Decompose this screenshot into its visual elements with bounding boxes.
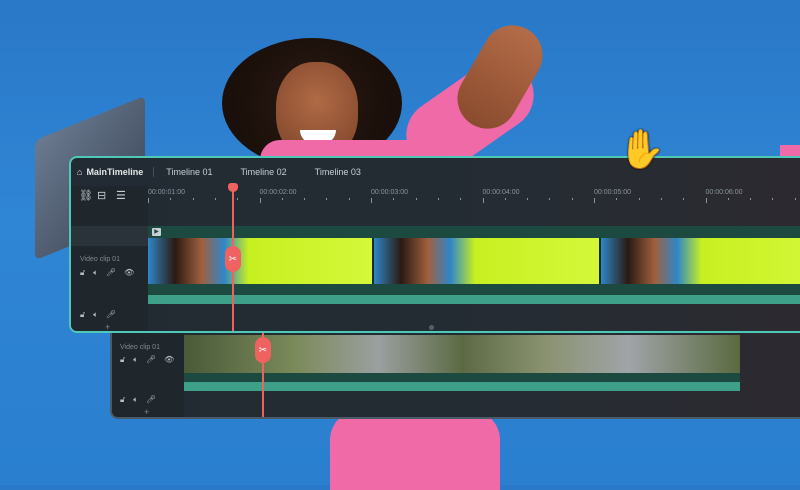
tab-timeline-03[interactable]: Timeline 03 <box>315 167 361 177</box>
speaker-icon[interactable]: 🔈︎ <box>133 395 138 405</box>
audio-track-controls: 🔓︎ 🔈︎ 🎤︎ <box>80 310 116 320</box>
lock-icon[interactable]: 🔓︎ <box>80 268 85 278</box>
hand-cursor-icon: ✋ <box>618 129 666 171</box>
audio-waveform <box>184 373 740 391</box>
tab-timeline-02[interactable]: Timeline 02 <box>240 167 286 177</box>
mic-icon[interactable]: 🎤︎ <box>106 310 116 320</box>
clip-thumbnail <box>374 238 601 284</box>
speaker-icon[interactable]: 🔈︎ <box>93 268 98 278</box>
video-clip[interactable] <box>148 238 800 284</box>
add-track-button[interactable]: + <box>105 322 110 331</box>
ruler-tick <box>281 198 283 200</box>
clip-thumbnail <box>600 238 800 284</box>
ruler-tick <box>683 198 685 200</box>
ruler-tick <box>460 198 462 200</box>
ruler-tick <box>214 198 216 200</box>
link-clip-icon[interactable]: ⊟ <box>97 189 106 202</box>
lock-icon[interactable]: 🔓︎ <box>80 310 85 320</box>
ruler-tick <box>259 198 261 203</box>
mic-icon[interactable]: 🎤︎ <box>106 268 116 278</box>
scroll-handle[interactable] <box>429 325 434 330</box>
scissors-icon[interactable]: ✂ <box>255 337 271 363</box>
ruler-tick <box>482 198 484 203</box>
timecode-label: 00:00:04:00 <box>482 189 520 196</box>
track-label: Video clip 01 <box>120 344 160 351</box>
track-controls: 🔓︎ 🔈︎ 🎤︎ 👁︎ <box>120 355 174 365</box>
secondary-timeline-panel: Video clip 01 🔓︎ 🔈︎ 🎤︎ 👁︎ 🔓︎ 🔈︎ 🎤︎ + ✂ <box>110 333 800 419</box>
ruler-tick <box>170 198 172 200</box>
ruler-tick <box>371 198 372 203</box>
mic-icon[interactable]: 🎤︎ <box>146 395 156 405</box>
tab-main-timeline[interactable]: ⌂ MainTimeline <box>71 167 155 177</box>
ruler-tick <box>437 198 439 200</box>
timecode-label: 00:00:02:00 <box>259 189 297 196</box>
ruler-tick <box>594 198 595 203</box>
lock-icon[interactable]: 🔓︎ <box>120 395 125 405</box>
ruler-tick <box>616 198 618 200</box>
ruler-tick <box>750 198 752 200</box>
ruler-tick <box>504 198 506 200</box>
video-track-header: ▶ <box>148 226 800 238</box>
ruler-tick <box>393 198 395 200</box>
ruler-tick <box>415 198 417 200</box>
video-icon: ▶ <box>152 228 161 236</box>
ruler-tick <box>794 198 796 200</box>
main-timeline-panel: ⌂ MainTimeline Timeline 01 Timeline 02 Ti… <box>69 156 800 333</box>
mic-icon[interactable]: 🎤︎ <box>146 355 156 365</box>
time-ruler[interactable]: 00:00:01:00 00:00:02:00 00:00:03:00 00:00:0… <box>148 186 800 226</box>
ruler-tick <box>348 198 350 200</box>
track-label: Video clip 01 <box>80 256 120 263</box>
eye-icon[interactable]: 👁︎ <box>124 268 134 278</box>
ruler-tick <box>638 198 640 200</box>
timeline-tabs: ⌂ MainTimeline Timeline 01 Timeline 02 Ti… <box>71 158 389 186</box>
ruler-tick <box>660 198 662 200</box>
tab-label: MainTimeline <box>86 167 144 177</box>
track-header-column: ⛓ ⊟ ☰ Video clip 01 🔓︎ 🔈︎ 🎤︎ 👁︎ 🔓︎ 🔈︎ 🎤︎ + <box>71 186 148 331</box>
ruler-tick <box>549 198 551 200</box>
person-pants <box>330 410 500 490</box>
ruler-tick <box>192 198 194 200</box>
home-icon: ⌂ <box>77 167 83 177</box>
ruler-tick <box>326 198 328 200</box>
timecode-label: 00:00:06:00 <box>705 189 743 196</box>
track-settings-icon[interactable]: ☰ <box>116 189 126 202</box>
speaker-icon[interactable]: 🔈︎ <box>133 355 138 365</box>
lock-icon[interactable]: 🔓︎ <box>120 355 125 365</box>
ruler-tick <box>304 198 306 200</box>
track-header-bar <box>71 226 148 246</box>
ruler-tick <box>148 198 149 203</box>
speaker-icon[interactable]: 🔈︎ <box>93 310 98 320</box>
unlink-icon[interactable]: ⛓ <box>79 189 93 202</box>
ruler-tick <box>705 198 707 203</box>
ruler-tick <box>527 198 529 200</box>
timecode-label: 00:00:05:00 <box>594 189 631 196</box>
audio-waveform <box>148 284 800 304</box>
add-track-button[interactable]: + <box>144 407 149 417</box>
track-header-column: Video clip 01 🔓︎ 🔈︎ 🎤︎ 👁︎ 🔓︎ 🔈︎ 🎤︎ + <box>112 333 184 417</box>
scissors-icon[interactable]: ✂ <box>225 246 241 272</box>
ruler-tick <box>727 198 729 200</box>
playhead-handle[interactable] <box>228 183 238 192</box>
eye-icon[interactable]: 👁︎ <box>164 355 174 365</box>
ruler-tick <box>237 198 239 200</box>
tab-timeline-01[interactable]: Timeline 01 <box>166 167 212 177</box>
track-controls: 🔓︎ 🔈︎ 🎤︎ 👁︎ <box>80 268 134 278</box>
clip-thumbnail <box>148 238 375 284</box>
timecode-label: 00:00:01:00 <box>148 189 185 196</box>
timecode-label: 00:00:03:00 <box>371 189 408 196</box>
ruler-tick <box>571 198 573 200</box>
audio-track-controls: 🔓︎ 🔈︎ 🎤︎ <box>120 395 156 405</box>
ruler-tick <box>772 198 774 200</box>
